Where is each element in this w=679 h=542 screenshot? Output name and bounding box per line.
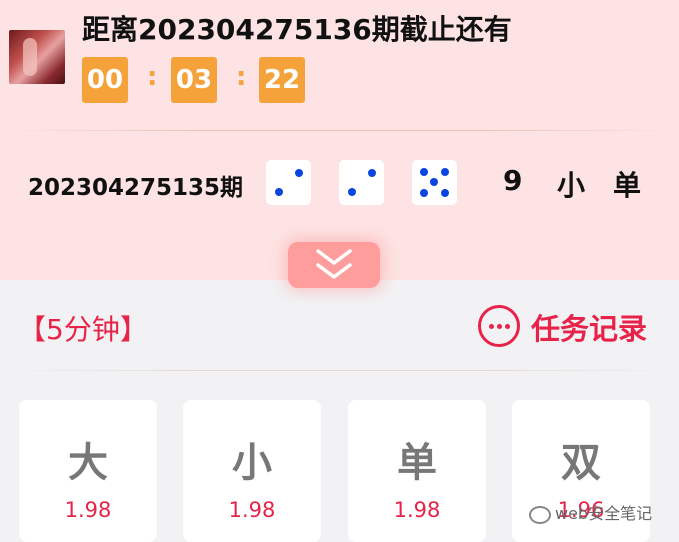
result-parity: 单	[613, 169, 642, 202]
die-face-two	[339, 160, 384, 205]
die-face-five	[412, 160, 457, 205]
bet-option-odds: 1.98	[228, 498, 276, 522]
task-record-link[interactable]: 任务记录	[531, 306, 647, 348]
countdown-separator: :	[147, 62, 158, 92]
watermark-text: web安全笔记	[555, 504, 653, 523]
lottery-thumbnail-image	[9, 30, 65, 84]
last-period-label: 202304275135期	[28, 175, 244, 201]
countdown-title: 距离202304275136期截止还有	[82, 13, 512, 46]
divider	[0, 130, 679, 131]
game-mode-title: 【5分钟】	[18, 313, 148, 346]
bet-option-name: 小	[232, 440, 272, 486]
countdown-hours: 00	[82, 57, 128, 103]
bet-option-name: 双	[561, 440, 601, 486]
divider	[0, 370, 679, 371]
result-size: 小	[557, 169, 586, 202]
countdown-separator: :	[236, 62, 247, 92]
bet-option-card[interactable]: 单 1.98	[348, 400, 486, 542]
expand-history-button[interactable]	[288, 242, 380, 288]
bet-option-card[interactable]: 大 1.98	[19, 400, 157, 542]
countdown-minutes: 03	[171, 57, 217, 103]
die-face-two	[266, 160, 311, 205]
wechat-icon	[529, 505, 551, 524]
double-chevron-down-icon	[316, 249, 352, 279]
bet-option-name: 单	[397, 440, 437, 486]
bet-option-name: 大	[68, 440, 108, 486]
bet-option-card[interactable]: 小 1.98	[183, 400, 321, 542]
watermark: web安全笔记	[529, 500, 652, 524]
bet-option-odds: 1.98	[64, 498, 112, 522]
countdown-seconds: 22	[259, 57, 305, 103]
bet-option-odds: 1.98	[393, 498, 441, 522]
header-panel: 距离202304275136期截止还有 00 : 03 : 22 2023042…	[0, 0, 679, 280]
more-dots-circle-icon[interactable]	[478, 305, 520, 347]
result-sum: 9	[503, 164, 523, 197]
